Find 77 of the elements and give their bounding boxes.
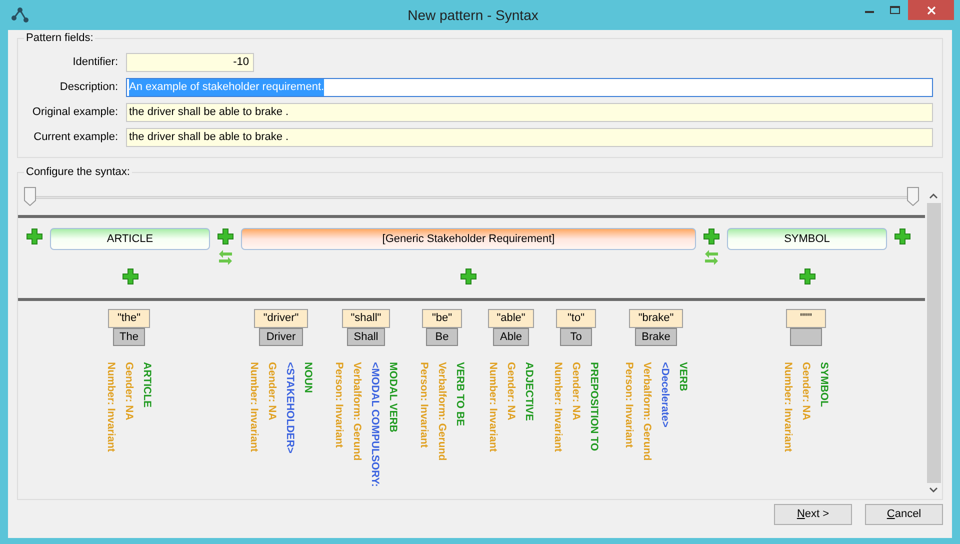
add-icon[interactable]: [798, 268, 816, 285]
minimize-icon: [864, 11, 874, 13]
token-attribute: Verbalform: Gerund: [640, 362, 654, 463]
syntax-element[interactable]: ARTICLE: [50, 228, 210, 250]
token-attribute: NOUN: [301, 362, 315, 395]
token-attribute: Number: Invariant: [104, 362, 118, 454]
token-attribute: Number: Invariant: [781, 362, 795, 454]
group-title: Configure the syntax:: [24, 165, 132, 179]
token-word: "driver": [254, 309, 308, 328]
token-attribute: VERB TO BE: [453, 362, 467, 428]
field-value: An example of stakeholder requirement.: [129, 79, 324, 96]
token-lemma: The: [112, 328, 146, 346]
slider-thumb[interactable]: [24, 187, 36, 206]
syntax-element[interactable]: SYMBOL: [727, 228, 887, 250]
token-lemma: Driver: [259, 328, 303, 346]
token-attribute: Number: Invariant: [486, 362, 500, 454]
field-value: the driver shall be able to brake .: [129, 105, 289, 120]
field-label: Description:: [58, 80, 119, 96]
field-value: -10: [233, 55, 249, 70]
add-icon[interactable]: [894, 228, 911, 245]
token-word: "the": [108, 309, 150, 328]
token-lemma: Brake: [634, 328, 678, 346]
token-attribute: VERB: [676, 362, 690, 394]
input-field[interactable]: the driver shall be able to brake .: [126, 103, 933, 122]
token-attribute: Person: Invariant: [417, 362, 431, 450]
token-attribute: ARTICLE: [140, 362, 154, 410]
token-attribute: Gender: NA: [265, 362, 279, 422]
token-lemma: Be: [426, 328, 458, 346]
token-attribute: <STAKEHOLDER>: [283, 362, 297, 456]
field-label: Original example:: [31, 105, 119, 120]
field-label: Identifier:: [72, 55, 119, 70]
token-lemma: To: [560, 328, 592, 346]
token-word: "shall": [342, 309, 390, 328]
token-attribute: <Decelerate>: [658, 362, 672, 430]
token-attribute: Person: Invariant: [622, 362, 636, 450]
token-attribute: ADJECTIVE: [522, 362, 536, 423]
token-attribute: <MODAL COMPULSORY:: [368, 362, 382, 489]
token-attribute: PREPOSITION TO: [587, 362, 601, 454]
token-attribute: Verbalform: Gerund: [435, 362, 449, 463]
token-attribute: Gender: NA: [569, 362, 583, 422]
token-attribute: Gender: NA: [122, 362, 136, 422]
add-icon[interactable]: [460, 268, 477, 285]
token-lemma: Shall: [346, 328, 386, 346]
window-title: New pattern - Syntax: [406, 6, 540, 25]
input-field[interactable]: the driver shall be able to brake .: [126, 128, 933, 147]
close-icon: [926, 6, 936, 14]
dialog-button[interactable]: Next >: [774, 504, 852, 525]
token-word: "to": [556, 309, 596, 328]
field-value: the driver shall be able to brake .: [129, 130, 289, 146]
app-icon: [10, 6, 30, 24]
token-attribute: MODAL VERB: [386, 362, 400, 434]
add-icon[interactable]: [26, 228, 43, 245]
add-icon[interactable]: [217, 228, 234, 245]
add-icon[interactable]: [122, 268, 138, 285]
token-attribute: Gender: NA: [799, 362, 813, 422]
token-word: """: [786, 309, 826, 328]
token-word: "brake": [629, 309, 683, 328]
token-word: "able": [488, 309, 534, 328]
token-attribute: Verbalform: Gerund: [350, 362, 364, 463]
close-button[interactable]: [908, 0, 954, 20]
field-label: Current example:: [32, 130, 119, 146]
token-attribute: SYMBOL: [817, 362, 831, 409]
range-slider[interactable]: [24, 187, 919, 209]
scroll-thumb[interactable]: [926, 203, 940, 483]
token-attribute: Number: Invariant: [551, 362, 565, 454]
maximize-icon: [890, 6, 900, 14]
syntax-element[interactable]: [Generic Stakeholder Requirement]: [241, 228, 696, 250]
token-attribute: Number: Invariant: [247, 362, 261, 454]
token-attribute: Gender: NA: [504, 362, 518, 422]
token-attribute: Person: Invariant: [332, 362, 346, 450]
slider-thumb[interactable]: [907, 187, 919, 206]
token-word: "be": [422, 309, 462, 328]
dialog-button[interactable]: Cancel: [865, 504, 943, 525]
add-icon[interactable]: [703, 228, 720, 245]
token-lemma: [790, 328, 822, 346]
input-field[interactable]: -10: [126, 53, 254, 72]
token-lemma: Able: [492, 328, 530, 346]
